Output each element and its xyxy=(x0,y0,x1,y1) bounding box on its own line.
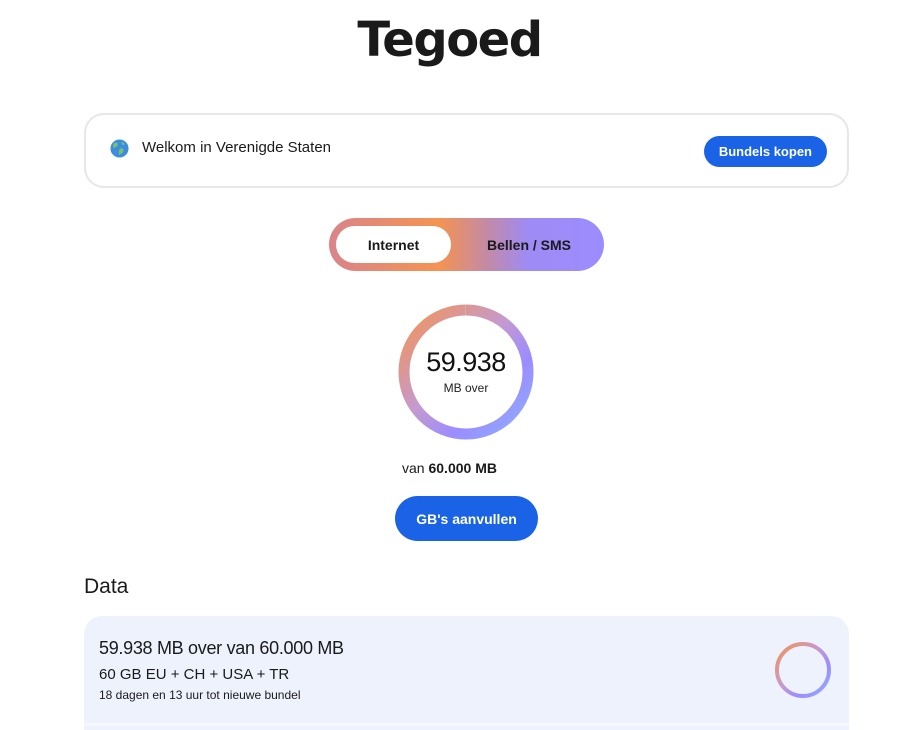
total-prefix: van xyxy=(402,460,425,476)
data-section-title: Data xyxy=(84,575,129,598)
mini-gauge-arc xyxy=(775,642,831,698)
data-bundle-card[interactable]: 59.938 MB over van 60.000 MB 60 GB EU + … xyxy=(84,616,849,730)
page-title: Tegoed xyxy=(357,12,543,68)
topup-gb-button[interactable]: GB's aanvullen xyxy=(395,496,538,541)
tab-internet[interactable]: Internet xyxy=(336,226,451,263)
card-divider xyxy=(84,723,849,726)
data-card-renewal-time: 18 dagen en 13 uur tot nieuwe bundel xyxy=(99,688,301,702)
data-card-bundle-name: 60 GB EU + CH + USA + TR xyxy=(99,666,290,683)
usage-tab-switch: Internet Bellen / SMS xyxy=(329,218,604,271)
globe-icon xyxy=(110,139,129,158)
welcome-card: Welkom in Verenigde Staten Bundels kopen xyxy=(84,113,849,188)
remaining-amount: 59.938 xyxy=(426,347,506,377)
buy-bundles-button[interactable]: Bundels kopen xyxy=(703,136,827,167)
total-value: 60.000 MB xyxy=(428,460,497,476)
welcome-message: Welkom in Verenigde Staten xyxy=(142,139,332,156)
mini-usage-gauge xyxy=(775,642,831,698)
remaining-unit: MB over xyxy=(443,381,489,395)
data-card-heading: 59.938 MB over van 60.000 MB xyxy=(99,638,344,658)
total-allowance: van 60.000 MB xyxy=(0,460,899,476)
tab-calls-sms[interactable]: Bellen / SMS xyxy=(469,226,589,263)
